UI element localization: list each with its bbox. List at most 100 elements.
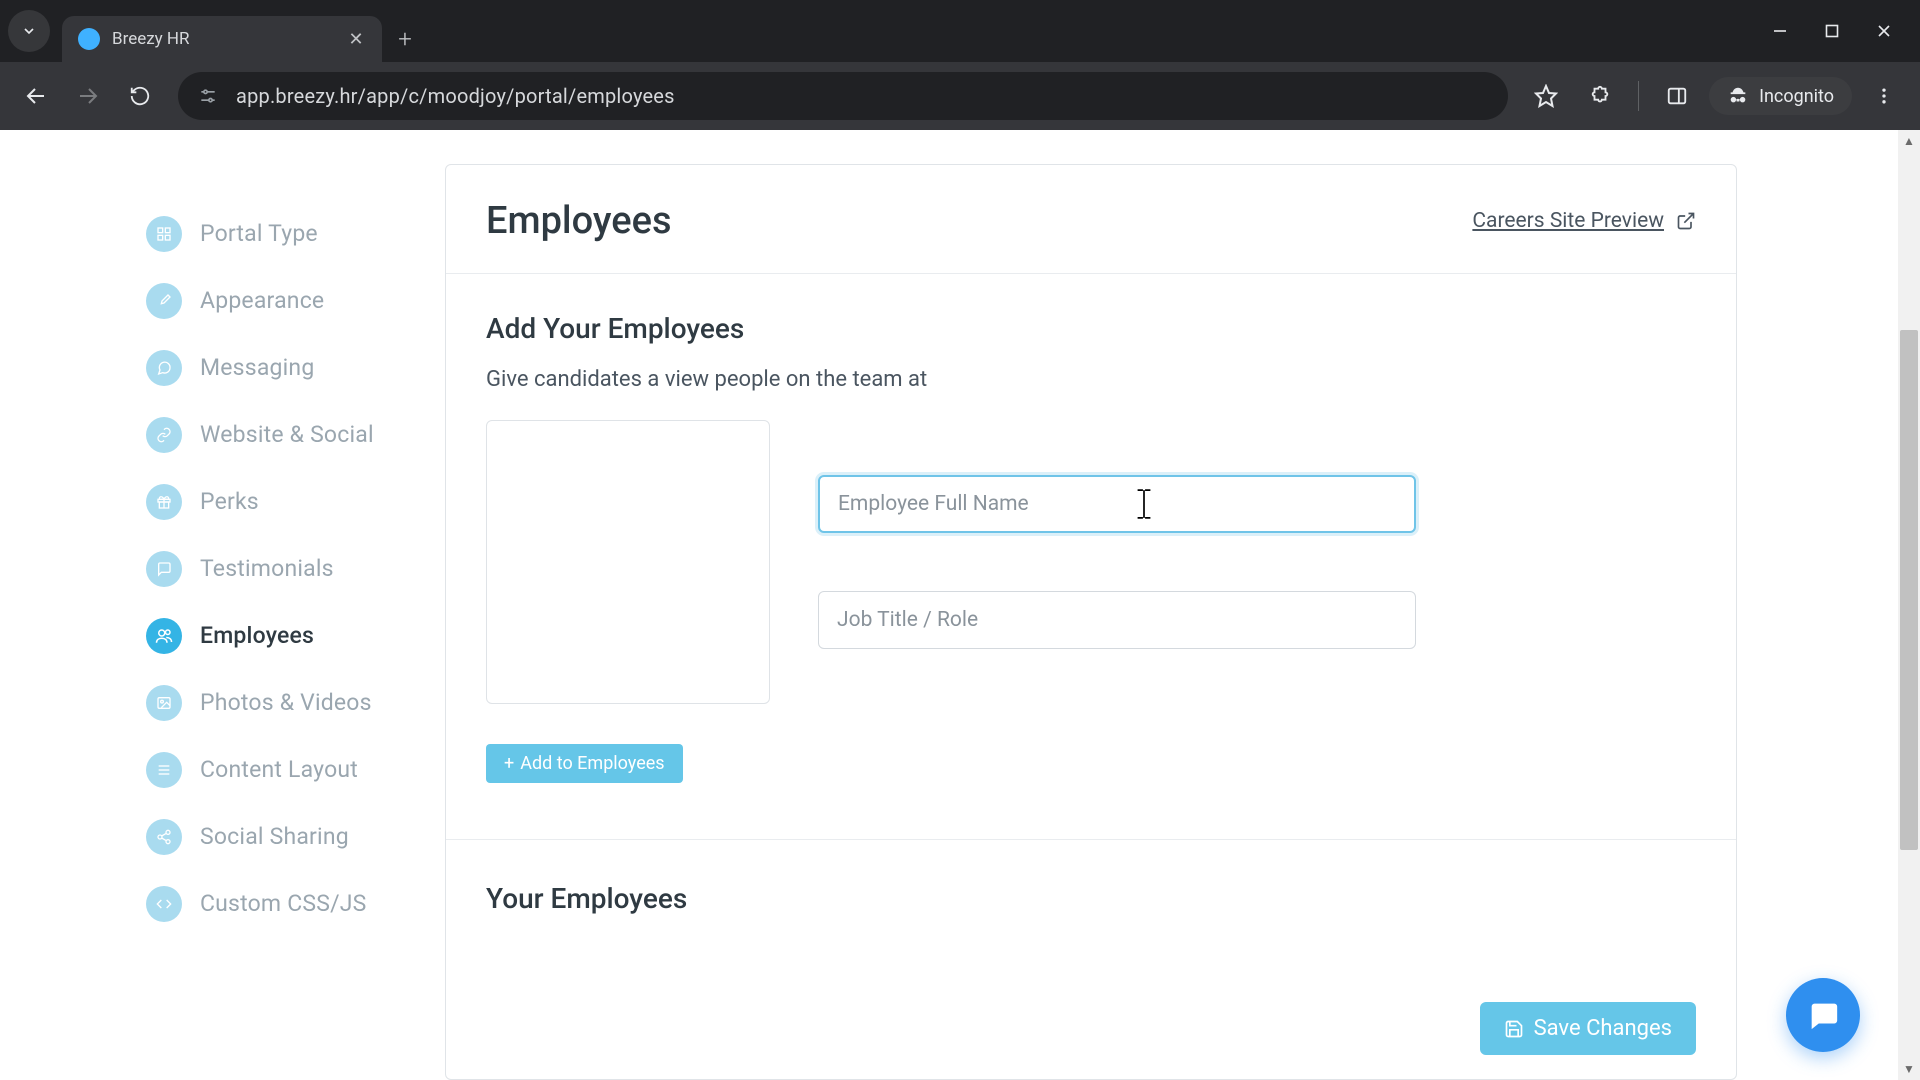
incognito-icon [1727,85,1749,107]
sidebar-item-portal-type[interactable]: Portal Type [146,200,445,267]
employee-name-input[interactable] [818,475,1416,533]
your-employees-section: Your Employees [446,839,1736,945]
save-button-label: Save Changes [1534,1016,1672,1041]
page-scrollbar[interactable]: ▲ ▼ [1898,130,1920,1080]
sidebar-item-messaging[interactable]: Messaging [146,334,445,401]
tune-icon [198,86,218,106]
layout-icon [146,752,182,788]
gift-icon [146,484,182,520]
scroll-down-arrow-icon: ▼ [1898,1058,1920,1080]
close-window-button[interactable] [1876,23,1892,39]
sidebar-item-label: Content Layout [200,756,358,783]
sidebar-item-label: Portal Type [200,220,318,247]
sidebar-item-label: Testimonials [200,555,334,582]
sidebar-item-label: Messaging [200,354,314,381]
tab-title: Breezy HR [112,29,334,49]
menu-button[interactable] [1862,74,1906,118]
puzzle-icon [1589,85,1611,107]
browser-titlebar: Breezy HR ✕ + [0,0,1920,62]
chat-bubble-icon [1806,998,1840,1032]
maximize-icon [1824,23,1840,39]
chevron-down-icon [21,23,37,39]
star-icon [1534,84,1558,108]
link-icon [146,417,182,453]
address-bar[interactable]: app.breezy.hr/app/c/moodjoy/portal/emplo… [178,72,1508,120]
sidebar-item-perks[interactable]: Perks [146,468,445,535]
bookmark-button[interactable] [1524,74,1568,118]
sidepanel-icon [1666,85,1688,107]
sidebar-item-label: Website & Social [200,421,374,448]
sidebar-item-appearance[interactable]: Appearance [146,267,445,334]
window-controls [1772,23,1904,39]
main-footer: Save Changes [1480,1002,1696,1055]
browser-toolbar: app.breezy.hr/app/c/moodjoy/portal/emplo… [0,62,1920,130]
careers-preview-link[interactable]: Careers Site Preview [1472,209,1696,233]
name-input-wrap [818,475,1416,533]
sidebar-item-label: Photos & Videos [200,689,372,716]
add-button-label: Add to Employees [520,753,664,774]
arrow-right-icon [76,84,100,108]
preview-link-label: Careers Site Preview [1472,209,1664,233]
sidebar-item-testimonials[interactable]: Testimonials [146,535,445,602]
image-icon [146,685,182,721]
intercom-chat-button[interactable] [1786,978,1860,1052]
extensions-button[interactable] [1578,74,1622,118]
maximize-button[interactable] [1824,23,1840,39]
section-title: Your Employees [486,882,1696,915]
add-to-employees-button[interactable]: + Add to Employees [486,744,683,783]
sidebar-item-label: Appearance [200,287,324,314]
employee-role-input[interactable] [818,591,1416,649]
incognito-label: Incognito [1759,86,1834,107]
url-text: app.breezy.hr/app/c/moodjoy/portal/emplo… [236,84,675,108]
add-employees-section: Add Your Employees Give candidates a vie… [446,274,1736,791]
chat-icon [146,350,182,386]
sidebar-item-employees[interactable]: Employees [146,602,445,669]
employee-photo-upload[interactable] [486,420,770,704]
scrollbar-thumb[interactable] [1900,330,1918,850]
close-icon [1876,23,1892,39]
plus-icon: + [504,753,514,774]
external-link-icon [1676,211,1696,231]
save-changes-button[interactable]: Save Changes [1480,1002,1696,1055]
kebab-icon [1874,86,1894,106]
share-icon [146,819,182,855]
sidebar-item-photos-videos[interactable]: Photos & Videos [146,669,445,736]
sidebar-item-label: Employees [200,622,314,649]
employee-fields [818,420,1416,704]
sidepanel-button[interactable] [1655,74,1699,118]
forward-button[interactable] [66,74,110,118]
scroll-up-arrow-icon: ▲ [1898,130,1920,152]
tab-favicon-icon [78,28,100,50]
reload-icon [129,85,151,107]
toolbar-right: Incognito [1524,74,1906,118]
reload-button[interactable] [118,74,162,118]
sidebar-item-content-layout[interactable]: Content Layout [146,736,445,803]
sidebar-item-website-social[interactable]: Website & Social [146,401,445,468]
sidebar-item-label: Custom CSS/JS [200,890,367,917]
users-icon [146,618,182,654]
tab-search-button[interactable] [8,10,50,52]
sidebar-item-custom-css-js[interactable]: Custom CSS/JS [146,870,445,937]
section-description: Give candidates a view people on the tea… [486,367,1696,392]
brush-icon [146,283,182,319]
main-header: Employees Careers Site Preview [446,165,1736,274]
save-icon [1504,1019,1524,1039]
incognito-badge[interactable]: Incognito [1709,77,1852,115]
sidebar-item-social-sharing[interactable]: Social Sharing [146,803,445,870]
minimize-button[interactable] [1772,23,1788,39]
toolbar-divider [1638,81,1639,111]
browser-tab[interactable]: Breezy HR ✕ [62,16,382,62]
new-tab-button[interactable]: + [382,16,428,62]
add-employee-form [486,420,1696,704]
sidebar-item-label: Social Sharing [200,823,349,850]
code-icon [146,886,182,922]
page-title: Employees [486,199,672,243]
main-panel: Employees Careers Site Preview Add Your … [445,164,1737,1080]
sidebar-item-label: Perks [200,488,259,515]
browser-chrome: Breezy HR ✕ + [0,0,1920,130]
back-button[interactable] [14,74,58,118]
site-info-button[interactable] [198,86,218,106]
arrow-left-icon [24,84,48,108]
tab-close-button[interactable]: ✕ [346,29,366,50]
grid-icon [146,216,182,252]
